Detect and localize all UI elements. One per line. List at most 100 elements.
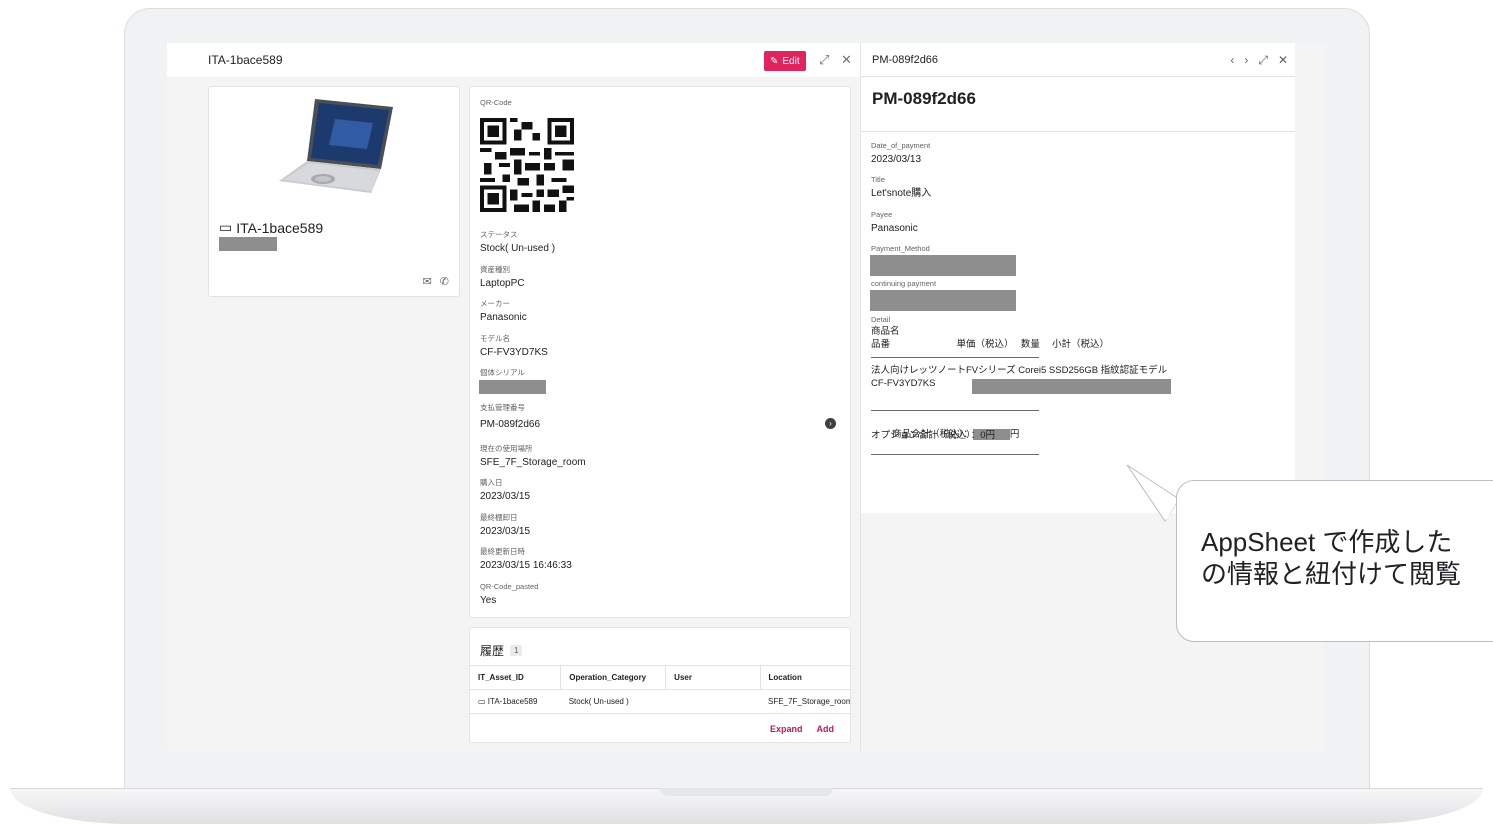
field-label: Title [871,175,885,184]
table-cell-user [665,689,760,714]
field-label: 資産種別 [480,265,510,274]
field-detail: Detail [871,315,890,325]
field-payee: Payee Panasonic [871,210,918,235]
table-cell-location: SFE_7F_Storage_room [760,689,850,714]
close-icon[interactable]: ✕ [841,52,852,68]
asset-pane-title: ITA-1bace589 [208,53,283,67]
field-payment-method: Payment_Method [871,244,930,254]
expand-icon[interactable]: ⤢ [1258,53,1268,68]
history-title: 履歴 1 [480,642,523,659]
field-label: Payment_Method [871,244,930,253]
detail-option-total: オプション合計（税込）：0円 [871,430,996,441]
field-title: Title Let'snote購入 [871,175,931,200]
table-cell-operation: Stock( Un-used ) [560,689,666,714]
detail-item-code: CF-FV3YD7KS [871,378,936,389]
history-header-row: IT_Asset_ID Operation_Category User Loca… [470,665,850,690]
field-value: Let'snote購入 [871,188,932,199]
field-value: Yes [480,595,497,606]
payment-detail-body: PM-089f2d66 Date_of_payment 2023/03/13 T… [861,77,1295,513]
laptop-image [279,99,393,193]
asset-pane-header: ITA-1bace589 [167,43,860,77]
field-value: PM-089f2d66 [480,419,541,430]
add-link[interactable]: Add [817,724,835,734]
column-header[interactable]: Operation_Category [560,665,667,690]
field-label: QR-Code [480,98,512,107]
field-last-updated: 最終更新日時 2023/03/15 16:46:33 [480,547,572,572]
field-value: CF-FV3YD7KS [480,347,548,358]
field-label: 購入日 [480,478,503,487]
chevron-left-icon[interactable]: ‹ [1230,53,1234,68]
field-label: 現在の使用場所 [480,444,533,453]
phone-icon[interactable]: ✆ [440,275,449,288]
redacted-item-price [972,379,1171,394]
history-count-badge: 1 [510,645,523,656]
payment-detail-pane: PM-089f2d66 ‹ › ⤢ ✕ PM-089f2d66 Date_of_… [860,43,1326,751]
field-label: メーカー [480,299,510,308]
field-value: 2023/03/15 [480,526,531,537]
field-value: 2023/03/15 [480,491,531,502]
callout-bubble: AppSheet で作成した の情報と紐付けて閲覧 [1176,480,1493,642]
field-label: 支払管理番号 [480,403,525,412]
asset-name-text: ITA-1bace589 [236,219,324,236]
history-actions: Expand Add [770,724,834,734]
edit-button-label: Edit [782,55,800,67]
redacted-serial [479,380,546,394]
field-maker: メーカー Panasonic [480,299,527,324]
mail-icon[interactable]: ✉ [423,275,432,288]
history-title-text: 履歴 [480,644,505,658]
divider [861,131,1295,132]
field-continuing-payment: continuing payment [871,279,936,289]
edit-button[interactable]: ✎ Edit [764,51,806,71]
field-value: 2023/03/15 16:46:33 [480,560,572,571]
payment-title: PM-089f2d66 [872,89,976,108]
field-date-of-payment: Date_of_payment 2023/03/13 [871,141,930,166]
asset-detail-card: QR-Code ステータス Stock( Un-used ) 資産種別 Lapt… [469,86,851,618]
detail-divider [871,410,1039,411]
field-value: SFE_7F_Storage_room [480,457,586,468]
payment-pane-controls: ‹ › ⤢ ✕ [1230,53,1288,68]
detail-divider [871,454,1039,455]
detail-header-1: 商品名 [871,326,900,337]
field-last-inventory: 最終棚卸日 2023/03/15 [480,513,530,538]
field-status: ステータス Stock( Un-used ) [480,230,555,255]
chevron-right-icon[interactable]: › [1244,53,1248,68]
field-value: Stock( Un-used ) [480,243,556,254]
history-card: 履歴 1 IT_Asset_ID Operation_Category User… [469,627,851,743]
expand-icon[interactable]: ⤢ [819,52,829,68]
edit-icon: ✎ [770,55,779,67]
column-header[interactable]: Location [760,665,850,690]
table-row[interactable]: ▭ ITA-1bace589 Stock( Un-used ) SFE_7F_S… [470,689,850,714]
field-label: Detail [871,315,891,324]
app-screen: ITA-1bace589 ✎ Edit ⤢ ✕ ▭ ITA-1bace589 ✉… [167,43,1326,751]
laptop-base-notch [660,788,833,796]
column-header[interactable]: IT_Asset_ID [470,665,562,690]
field-purchase-date: 購入日 2023/03/15 [480,478,530,503]
field-model: モデル名 CF-FV3YD7KS [480,334,548,359]
field-label: 最終更新日時 [480,547,525,556]
payment-pane-title: PM-089f2d66 [872,53,939,66]
close-icon[interactable]: ✕ [1278,53,1288,68]
redacted-payment-method [870,255,1016,276]
total-unit: 円 [1009,429,1020,441]
field-label: continuing payment [871,279,937,288]
field-payment-id[interactable]: 支払管理番号 PM-089f2d66 [480,403,540,431]
field-label: Date_of_payment [871,141,931,150]
redacted-continuing-payment [870,290,1016,311]
field-qr-pasted: QR-Code_pasted Yes [480,582,538,607]
history-table: IT_Asset_ID Operation_Category User Loca… [470,665,850,714]
detail-header-2: 品番 単価（税込） 数量 小計（税込） [871,339,1110,350]
expand-link[interactable]: Expand [770,724,803,734]
field-asset-type: 資産種別 LaptopPC [480,265,524,290]
callout-line-2: の情報と紐付けて閲覧 [1201,559,1462,589]
asset-name: ▭ ITA-1bace589 [219,219,323,236]
field-location: 現在の使用場所 SFE_7F_Storage_room [480,444,586,469]
chevron-right-icon[interactable]: › [825,418,836,429]
detail-item-name: 法人向けレッツノートFVシリーズ Corei5 SSD256GB 指紋認証モデル [871,365,1168,376]
laptop-icon: ▭ [219,219,233,235]
field-label: QR-Code_pasted [480,582,539,591]
field-serial: 個体シリアル [480,368,525,378]
field-value: LaptopPC [480,278,525,289]
column-header[interactable]: User [665,665,761,690]
redacted-owner [219,237,277,251]
field-qr-code: QR-Code [480,98,512,108]
